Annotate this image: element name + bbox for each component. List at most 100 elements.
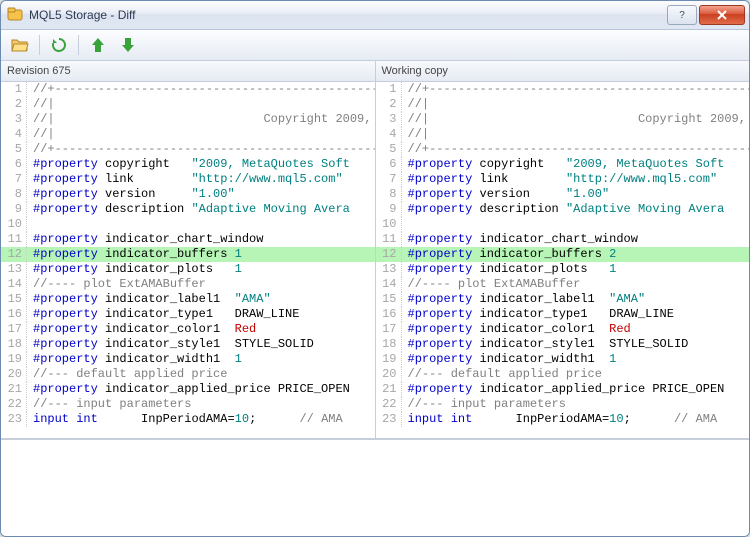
code-line[interactable]: 22//--- input parameters [1, 397, 375, 412]
code-line[interactable]: 18#property indicator_style1 STYLE_SOLID [376, 337, 750, 352]
code-line[interactable]: 9#property description "Adaptive Moving … [1, 202, 375, 217]
line-number: 4 [1, 127, 27, 142]
line-number: 3 [376, 112, 402, 127]
code-line[interactable]: 6#property copyright "2009, MetaQuotes S… [376, 157, 750, 172]
code-text: //| [402, 127, 750, 142]
code-line[interactable]: 16#property indicator_type1 DRAW_LINE [1, 307, 375, 322]
line-number: 16 [1, 307, 27, 322]
bottom-panel[interactable] [1, 439, 749, 536]
line-number: 16 [376, 307, 402, 322]
line-number: 19 [1, 352, 27, 367]
arrow-down-icon [121, 37, 135, 53]
code-line[interactable]: 4//| [1, 127, 375, 142]
open-button[interactable] [9, 34, 31, 56]
line-number: 18 [376, 337, 402, 352]
code-text: #property indicator_type1 DRAW_LINE [27, 307, 375, 322]
code-text: #property indicator_color1 Red [402, 322, 750, 337]
line-number: 22 [376, 397, 402, 412]
code-line[interactable]: 10 [376, 217, 750, 232]
code-text: input int InpPeriodAMA=10; // AMA [402, 412, 750, 427]
line-number: 17 [376, 322, 402, 337]
code-text: #property indicator_style1 STYLE_SOLID [27, 337, 375, 352]
code-line[interactable]: 12#property indicator_buffers 2 [376, 247, 750, 262]
code-line[interactable]: 5//+------------------------------------… [376, 142, 750, 157]
code-line[interactable]: 18#property indicator_style1 STYLE_SOLID [1, 337, 375, 352]
line-number: 6 [376, 157, 402, 172]
refresh-button[interactable] [48, 34, 70, 56]
code-line[interactable]: 21#property indicator_applied_price PRIC… [1, 382, 375, 397]
code-line[interactable]: 15#property indicator_label1 "AMA" [376, 292, 750, 307]
left-code-view[interactable]: 1//+------------------------------------… [1, 82, 375, 438]
code-line[interactable]: 10 [1, 217, 375, 232]
code-line[interactable]: 14//---- plot ExtAMABuffer [1, 277, 375, 292]
code-text: #property indicator_chart_window [402, 232, 750, 247]
code-line[interactable]: 6#property copyright "2009, MetaQuotes S… [1, 157, 375, 172]
code-line[interactable]: 4//| [376, 127, 750, 142]
code-line[interactable]: 15#property indicator_label1 "AMA" [1, 292, 375, 307]
line-number: 19 [376, 352, 402, 367]
arrow-up-icon [91, 37, 105, 53]
line-number: 10 [376, 217, 402, 232]
code-line[interactable]: 2//| [376, 97, 750, 112]
right-code-view[interactable]: 1//+------------------------------------… [376, 82, 750, 438]
code-line[interactable]: 11#property indicator_chart_window [1, 232, 375, 247]
line-number: 2 [1, 97, 27, 112]
line-number: 21 [1, 382, 27, 397]
separator [39, 35, 40, 55]
code-line[interactable]: 8#property version "1.00" [376, 187, 750, 202]
window-title: MQL5 Storage - Diff [29, 8, 667, 22]
code-line[interactable]: 14//---- plot ExtAMABuffer [376, 277, 750, 292]
line-number: 7 [376, 172, 402, 187]
code-line[interactable]: 3//| Copyright 2009, M [1, 112, 375, 127]
code-line[interactable]: 22//--- input parameters [376, 397, 750, 412]
code-line[interactable]: 1//+------------------------------------… [1, 82, 375, 97]
code-line[interactable]: 2//| [1, 97, 375, 112]
code-line[interactable]: 20//--- default applied price [376, 367, 750, 382]
line-number: 17 [1, 322, 27, 337]
window-buttons: ? [667, 5, 745, 25]
titlebar[interactable]: MQL5 Storage - Diff ? [1, 1, 749, 30]
code-text: #property indicator_plots 1 [27, 262, 375, 277]
line-number: 14 [376, 277, 402, 292]
content: Revision 675 1//+-----------------------… [1, 61, 749, 536]
code-line[interactable]: 13#property indicator_plots 1 [376, 262, 750, 277]
code-text: #property indicator_type1 DRAW_LINE [402, 307, 750, 322]
code-line[interactable]: 17#property indicator_color1 Red [1, 322, 375, 337]
close-button[interactable] [699, 5, 745, 25]
line-number: 23 [1, 412, 27, 427]
help-button[interactable]: ? [667, 5, 697, 25]
code-line[interactable]: 13#property indicator_plots 1 [1, 262, 375, 277]
code-text: #property description "Adaptive Moving A… [27, 202, 375, 217]
code-text: //+-------------------------------------… [402, 142, 750, 157]
code-line[interactable]: 23input int InpPeriodAMA=10; // AMA [1, 412, 375, 427]
code-line[interactable]: 16#property indicator_type1 DRAW_LINE [376, 307, 750, 322]
code-line[interactable]: 7#property link "http://www.mql5.com" [376, 172, 750, 187]
code-line[interactable]: 1//+------------------------------------… [376, 82, 750, 97]
code-text: //---- plot ExtAMABuffer [402, 277, 750, 292]
code-text: //| [402, 97, 750, 112]
code-line[interactable]: 9#property description "Adaptive Moving … [376, 202, 750, 217]
code-text: #property indicator_style1 STYLE_SOLID [402, 337, 750, 352]
code-line[interactable]: 23input int InpPeriodAMA=10; // AMA [376, 412, 750, 427]
prev-diff-button[interactable] [87, 34, 109, 56]
left-pane: Revision 675 1//+-----------------------… [1, 61, 376, 438]
code-line[interactable]: 5//+------------------------------------… [1, 142, 375, 157]
line-number: 10 [1, 217, 27, 232]
code-text: //| Copyright 2009, M [402, 112, 750, 127]
code-line[interactable]: 11#property indicator_chart_window [376, 232, 750, 247]
code-line[interactable]: 19#property indicator_width1 1 [1, 352, 375, 367]
code-line[interactable]: 19#property indicator_width1 1 [376, 352, 750, 367]
code-line[interactable]: 17#property indicator_color1 Red [376, 322, 750, 337]
code-line[interactable]: 20//--- default applied price [1, 367, 375, 382]
next-diff-button[interactable] [117, 34, 139, 56]
code-text: //+-------------------------------------… [27, 142, 375, 157]
code-text: #property indicator_label1 "AMA" [402, 292, 750, 307]
code-line[interactable]: 8#property version "1.00" [1, 187, 375, 202]
line-number: 5 [1, 142, 27, 157]
code-text: #property copyright "2009, MetaQuotes So… [402, 157, 750, 172]
line-number: 12 [1, 247, 27, 262]
code-line[interactable]: 7#property link "http://www.mql5.com" [1, 172, 375, 187]
code-line[interactable]: 12#property indicator_buffers 1 [1, 247, 375, 262]
code-line[interactable]: 21#property indicator_applied_price PRIC… [376, 382, 750, 397]
code-line[interactable]: 3//| Copyright 2009, M [376, 112, 750, 127]
